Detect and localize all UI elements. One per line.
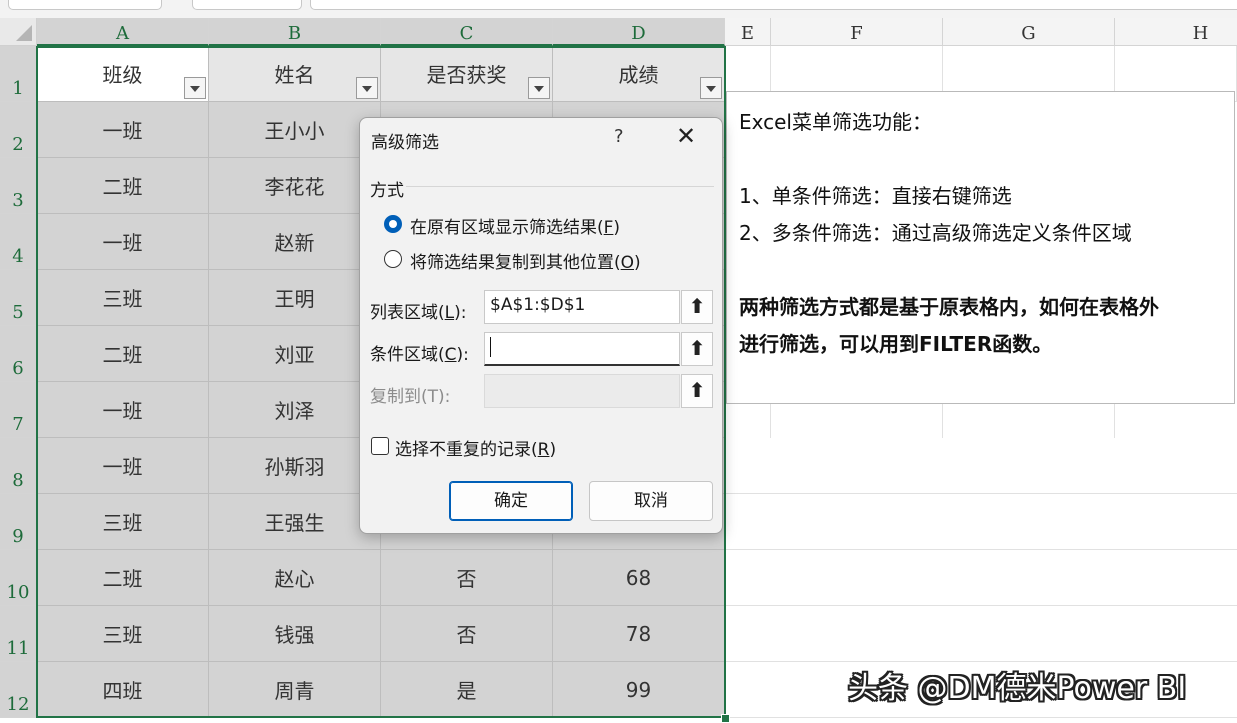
table-cell[interactable]: 否	[381, 550, 553, 606]
column-header-a[interactable]: A	[37, 18, 209, 46]
table-cell[interactable]: 赵新	[209, 214, 381, 270]
cancel-button[interactable]: 取消	[589, 481, 713, 521]
filter-dropdown-icon[interactable]	[700, 77, 722, 99]
table-cell[interactable]: 三班	[37, 606, 209, 662]
table-cell[interactable]: 否	[381, 606, 553, 662]
column-header-b[interactable]: B	[209, 18, 381, 46]
row-header-6[interactable]: 6	[0, 326, 37, 382]
ok-button[interactable]: 确定	[449, 481, 573, 521]
note-bold-2: 进行筛选，可以用到FILTER函数。	[739, 332, 1053, 356]
watermark: 头条 @DM德米Power BI	[848, 671, 1187, 706]
row-header-12[interactable]: 12	[0, 662, 37, 718]
table-cell[interactable]: 三班	[37, 494, 209, 550]
table-cell[interactable]: 刘泽	[209, 382, 381, 438]
table-cell[interactable]: 一班	[37, 438, 209, 494]
copy-to-input[interactable]	[484, 374, 680, 408]
criteria-range-input[interactable]	[484, 332, 680, 366]
group-divider	[406, 186, 714, 187]
header-label: 班级	[102, 63, 143, 87]
table-cell[interactable]: 78	[553, 606, 725, 662]
table-cell[interactable]: 李花花	[209, 158, 381, 214]
filter-dropdown-icon[interactable]	[528, 77, 550, 99]
collapse-dialog-icon[interactable]: ⬆	[681, 374, 713, 408]
radio-filter-in-place[interactable]	[384, 215, 402, 233]
table-cell[interactable]: 一班	[37, 102, 209, 158]
table-cell[interactable]: 一班	[37, 382, 209, 438]
column-header-e[interactable]: E	[725, 18, 771, 46]
filter-dropdown-icon[interactable]	[184, 77, 206, 99]
method-group-label: 方式	[370, 181, 404, 201]
table-header-cell[interactable]: 班级	[37, 46, 209, 102]
row-header-9[interactable]: 9	[0, 494, 37, 550]
unique-records-label[interactable]: 选择不重复的记录(R)	[395, 435, 556, 460]
row-header-7[interactable]: 7	[0, 382, 37, 438]
close-icon[interactable]: ✕	[676, 122, 696, 150]
row-header-5[interactable]: 5	[0, 270, 37, 326]
column-header-h[interactable]: H	[1115, 18, 1237, 46]
unique-records-checkbox[interactable]	[371, 437, 389, 455]
formula-bar-strip	[0, 0, 1237, 18]
table-header-cell[interactable]: 成绩	[553, 46, 725, 102]
formula-input[interactable]	[310, 0, 1237, 10]
row-header-4[interactable]: 4	[0, 214, 37, 270]
header-label: 成绩	[618, 63, 659, 87]
table-cell[interactable]: 二班	[37, 550, 209, 606]
table-cell[interactable]: 王小小	[209, 102, 381, 158]
radio-filter-in-place-label[interactable]: 在原有区域显示筛选结果(F)	[410, 213, 620, 238]
dialog-title: 高级筛选	[371, 133, 439, 153]
list-range-input[interactable]: $A$1:$D$1	[484, 290, 680, 324]
table-cell[interactable]: 赵心	[209, 550, 381, 606]
column-header-c[interactable]: C	[381, 18, 553, 46]
table-cell[interactable]: 68	[553, 550, 725, 606]
copy-to-label: 复制到(T):	[370, 387, 451, 407]
row-header-3[interactable]: 3	[0, 158, 37, 214]
table-cell[interactable]: 刘亚	[209, 326, 381, 382]
table-cell[interactable]: 孙斯羽	[209, 438, 381, 494]
note-title: Excel菜单筛选功能：	[739, 110, 932, 134]
table-header-cell[interactable]: 姓名	[209, 46, 381, 102]
note-item-1: 1、单条件筛选：直接右键筛选	[739, 184, 1012, 208]
criteria-range-label: 条件区域(C):	[370, 345, 469, 365]
table-cell[interactable]: 二班	[37, 158, 209, 214]
radio-copy-to-location-label[interactable]: 将筛选结果复制到其他位置(O)	[410, 248, 641, 273]
collapse-dialog-icon[interactable]: ⬆	[681, 290, 713, 324]
help-icon[interactable]: ?	[614, 126, 624, 147]
column-header-g[interactable]: G	[943, 18, 1115, 46]
collapse-dialog-icon[interactable]: ⬆	[681, 332, 713, 366]
filter-dropdown-icon[interactable]	[356, 77, 378, 99]
table-cell[interactable]: 王明	[209, 270, 381, 326]
row-header-10[interactable]: 10	[0, 550, 37, 606]
note-textbox[interactable]: Excel菜单筛选功能： 1、单条件筛选：直接右键筛选 2、多条件筛选：通过高级…	[726, 91, 1235, 404]
table-cell[interactable]: 一班	[37, 214, 209, 270]
table-cell[interactable]: 99	[553, 662, 725, 718]
table-cell[interactable]: 四班	[37, 662, 209, 718]
row-header-1[interactable]: 1	[0, 46, 37, 102]
table-cell[interactable]: 是	[381, 662, 553, 718]
table-cell[interactable]: 周青	[209, 662, 381, 718]
table-cell[interactable]: 王强生	[209, 494, 381, 550]
row-header-8[interactable]: 8	[0, 438, 37, 494]
note-bold-1: 两种筛选方式都是基于原表格内，如何在表格外	[739, 295, 1159, 319]
header-label: 是否获奖	[426, 63, 507, 87]
fill-handle[interactable]	[721, 714, 730, 723]
table-cell[interactable]: 钱强	[209, 606, 381, 662]
radio-copy-to-location[interactable]	[384, 250, 402, 268]
header-label: 姓名	[274, 63, 315, 87]
name-box[interactable]	[8, 0, 162, 10]
note-item-2: 2、多条件筛选：通过高级筛选定义条件区域	[739, 221, 1132, 245]
column-header-f[interactable]: F	[771, 18, 943, 46]
row-header-2[interactable]: 2	[0, 102, 37, 158]
row-header-11[interactable]: 11	[0, 606, 37, 662]
advanced-filter-dialog: 高级筛选 ? ✕ 方式 在原有区域显示筛选结果(F) 将筛选结果复制到其他位置(…	[359, 117, 723, 534]
column-header-d[interactable]: D	[553, 18, 725, 46]
select-all-corner[interactable]	[0, 18, 37, 46]
table-header-cell[interactable]: 是否获奖	[381, 46, 553, 102]
table-cell[interactable]: 三班	[37, 270, 209, 326]
list-range-label: 列表区域(L):	[370, 303, 467, 323]
table-cell[interactable]: 二班	[37, 326, 209, 382]
formula-controls[interactable]	[192, 0, 302, 10]
